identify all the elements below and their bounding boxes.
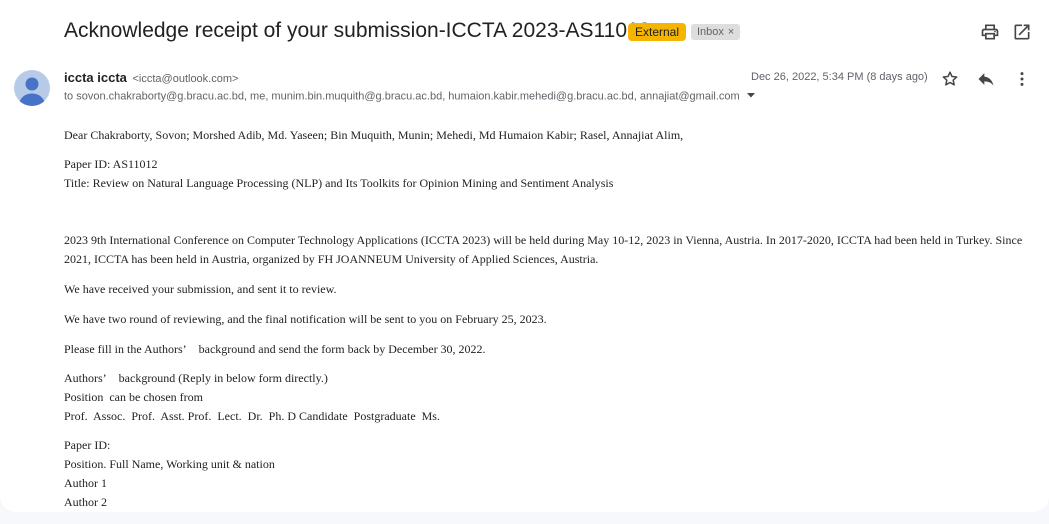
print-icon[interactable] <box>980 22 1000 42</box>
sender-avatar[interactable] <box>14 70 50 106</box>
recipients-line: to sovon.chakraborty@g.bracu.ac.bd, me, … <box>64 90 756 103</box>
inbox-label: Inbox × <box>691 24 741 40</box>
remove-label-button[interactable]: × <box>728 26 734 38</box>
sender-name[interactable]: iccta iccta <box>64 70 127 85</box>
conference-info: 2023 9th International Conference on Com… <box>64 233 1023 266</box>
greeting: Dear Chakraborty, Sovon; Morshed Adib, M… <box>64 128 684 142</box>
form-paper-id: Paper ID: <box>64 438 111 452</box>
form-author-1: Author 1 <box>64 476 107 490</box>
form-position: Position. Full Name, Working unit & nati… <box>64 457 275 471</box>
open-in-new-icon[interactable] <box>1012 22 1032 42</box>
star-icon[interactable] <box>940 69 960 89</box>
paper-id: Paper ID: AS11012 <box>64 157 158 171</box>
message-body: Dear Chakraborty, Sovon; Morshed Adib, M… <box>64 126 1034 512</box>
position-choose: Position can be chosen from <box>64 390 203 404</box>
authors-background: Authors’ background (Reply in below form… <box>64 371 328 385</box>
received-notice: We have received your submission, and se… <box>64 282 337 296</box>
caret-down-icon[interactable] <box>746 90 756 103</box>
email-subject: Acknowledge receipt of your submission-I… <box>64 19 651 42</box>
sender-email: <iccta@outlook.com> <box>132 73 239 85</box>
fill-in-notice: Please fill in the Authors’ background a… <box>64 342 486 356</box>
reviewing-notice: We have two round of reviewing, and the … <box>64 312 547 326</box>
paper-title: Title: Review on Natural Language Proces… <box>64 176 614 190</box>
email-date: Dec 26, 2022, 5:34 PM (8 days ago) <box>751 71 928 83</box>
positions-list: Prof. Assoc. Prof. Asst. Prof. Lect. Dr.… <box>64 409 440 423</box>
person-icon <box>19 77 45 106</box>
external-label: External <box>628 23 687 41</box>
inbox-label-text: Inbox <box>697 26 724 38</box>
recipients-text: to sovon.chakraborty@g.bracu.ac.bd, me, … <box>64 90 740 103</box>
sender-line: iccta iccta <iccta@outlook.com> <box>64 70 238 85</box>
more-vert-icon[interactable] <box>1012 69 1032 89</box>
reply-icon[interactable] <box>976 69 996 89</box>
form-author-2: Author 2 <box>64 495 107 509</box>
email-view: Acknowledge receipt of your submission-I… <box>0 0 1049 512</box>
